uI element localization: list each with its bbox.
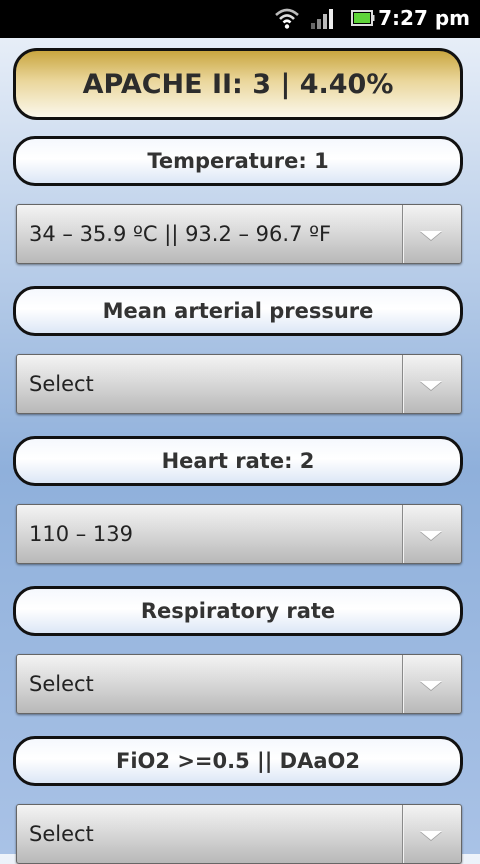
signal-strength-icon: [311, 9, 333, 29]
chevron-down-icon: [420, 531, 442, 540]
mean-arterial-pressure-label: Mean arterial pressure: [13, 286, 463, 336]
wifi-icon: [275, 8, 299, 29]
apache-score-summary: APACHE II: 3 | 4.40%: [13, 48, 463, 120]
divider: [402, 355, 403, 413]
chevron-down-icon: [420, 381, 442, 390]
chevron-down-icon: [420, 681, 442, 690]
divider: [402, 655, 403, 713]
battery-icon: [351, 10, 375, 26]
heart-rate-label: Heart rate: 2: [13, 436, 463, 486]
divider: [402, 505, 403, 563]
mean-arterial-pressure-select[interactable]: Select: [16, 354, 462, 414]
respiratory-rate-value: Select: [29, 672, 94, 696]
divider: [402, 805, 403, 863]
respiratory-rate-select[interactable]: Select: [16, 654, 462, 714]
chevron-down-icon: [420, 231, 442, 240]
temperature-label: Temperature: 1: [13, 136, 463, 186]
fio2-value: Select: [29, 822, 94, 846]
chevron-down-icon: [420, 831, 442, 840]
heart-rate-value: 110 – 139: [29, 522, 134, 546]
status-bar: 7:27 pm: [0, 0, 480, 38]
clock: 7:27 pm: [378, 6, 470, 30]
temperature-select[interactable]: 34 – 35.9 ºC || 93.2 – 96.7 ºF: [16, 204, 462, 264]
mean-arterial-pressure-value: Select: [29, 372, 94, 396]
temperature-value: 34 – 35.9 ºC || 93.2 – 96.7 ºF: [29, 222, 332, 246]
fio2-label: FiO2 >=0.5 || DAaO2: [13, 736, 463, 786]
heart-rate-select[interactable]: 110 – 139: [16, 504, 462, 564]
divider: [402, 205, 403, 263]
respiratory-rate-label: Respiratory rate: [13, 586, 463, 636]
fio2-select[interactable]: Select: [16, 804, 462, 864]
